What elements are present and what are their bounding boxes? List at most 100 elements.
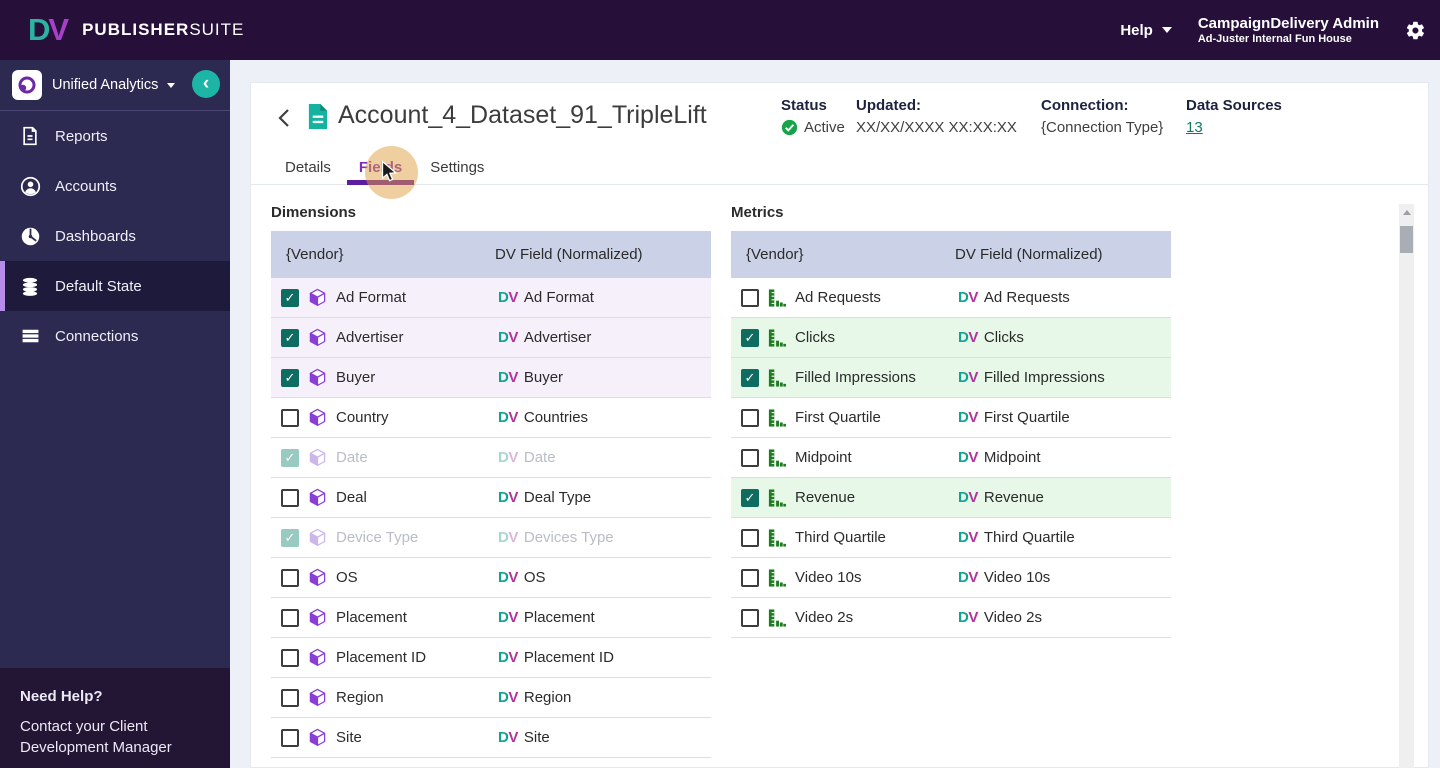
table-row-deal[interactable]: Deal DV Deal Type <box>271 478 711 518</box>
status-label: Status <box>781 97 827 114</box>
sidebar-item-connections[interactable]: Connections <box>0 311 230 361</box>
table-row-buyer[interactable]: ✓ Buyer DV Buyer <box>271 358 711 398</box>
table-row-video-10s[interactable]: Video 10s DV Video 10s <box>731 558 1171 598</box>
dv-field-label: Date <box>523 449 556 466</box>
dv-field-column-header: DV Field (Normalized) <box>495 246 643 263</box>
row-checkbox[interactable]: ✓ <box>281 328 299 347</box>
product-switcher[interactable]: Unified Analytics ‹ <box>0 60 230 110</box>
reports-icon <box>20 126 41 146</box>
row-checkbox[interactable] <box>281 408 299 427</box>
row-checkbox[interactable] <box>741 568 759 587</box>
vendor-field-label: Deal <box>336 489 367 506</box>
table-row-midpoint[interactable]: Midpoint DV Midpoint <box>731 438 1171 478</box>
scrollbar-thumb[interactable] <box>1400 226 1413 253</box>
sidebar-item-reports[interactable]: Reports <box>0 111 230 161</box>
tab-settings[interactable]: Settings <box>418 151 496 184</box>
dv-mini-logo: DV <box>958 569 978 586</box>
dv-mini-logo: DV <box>498 649 518 666</box>
logo-wordmark: PUBLISHERSUITE <box>82 20 245 39</box>
table-row-region[interactable]: Region DV Region <box>271 678 711 718</box>
row-checkbox[interactable] <box>281 568 299 587</box>
row-checkbox[interactable] <box>741 608 759 627</box>
database-icon <box>20 276 41 297</box>
row-checkbox[interactable] <box>281 688 299 707</box>
vertical-scrollbar[interactable] <box>1399 204 1414 768</box>
table-row-first-quartile[interactable]: First Quartile DV First Quartile <box>731 398 1171 438</box>
table-row-revenue[interactable]: ✓ Revenue DV Revenue <box>731 478 1171 518</box>
table-row-device-type[interactable]: ✓ Device Type DV Devices Type <box>271 518 711 558</box>
table-row-placement-id[interactable]: Placement ID DV Placement ID <box>271 638 711 678</box>
vendor-field-label: Third Quartile <box>795 529 886 546</box>
vendor-field-label: Video 10s <box>795 569 862 586</box>
table-row-site[interactable]: Site DV Site <box>271 718 711 758</box>
row-checkbox[interactable] <box>281 648 299 667</box>
sidebar-collapse-button[interactable]: ‹ <box>192 70 220 98</box>
back-button[interactable] <box>275 105 293 131</box>
table-row-country[interactable]: Country DV Countries <box>271 398 711 438</box>
data-sources-link[interactable]: 13 <box>1186 119 1203 136</box>
table-row-os[interactable]: OS DV OS <box>271 558 711 598</box>
table-row-date[interactable]: ✓ Date DV Date <box>271 438 711 478</box>
tab-details[interactable]: Details <box>273 151 343 184</box>
table-row-placement[interactable]: Placement DV Placement <box>271 598 711 638</box>
status-block: Status Active <box>781 97 845 136</box>
row-checkbox[interactable] <box>281 488 299 507</box>
row-checkbox[interactable] <box>741 528 759 547</box>
scrollbar-up-arrow[interactable] <box>1402 210 1411 215</box>
sidebar-item-dashboards[interactable]: Dashboards <box>0 211 230 261</box>
row-checkbox[interactable] <box>281 728 299 747</box>
row-checkbox[interactable] <box>741 288 759 307</box>
table-row-third-quartile[interactable]: Third Quartile DV Third Quartile <box>731 518 1171 558</box>
need-help-box: Need Help? Contact your Client Developme… <box>0 668 230 768</box>
row-checkbox[interactable]: ✓ <box>741 328 759 347</box>
dimension-cube-icon <box>308 448 327 467</box>
row-checkbox[interactable] <box>741 448 759 467</box>
dv-mini-logo: DV <box>498 609 518 626</box>
updated-block: Updated: XX/XX/XXXX XX:XX:XX <box>856 97 1017 136</box>
sidebar-nav: Reports Accounts Dashboards Default State Co… <box>0 111 230 361</box>
dv-field-label: Midpoint <box>983 449 1041 466</box>
sidebar-item-accounts[interactable]: Accounts <box>0 161 230 211</box>
dv-mini-logo: DV <box>958 409 978 426</box>
table-row-advertiser[interactable]: ✓ Advertiser DV Advertiser <box>271 318 711 358</box>
metrics-title: Metrics <box>731 204 784 221</box>
dv-mini-logo: DV <box>958 289 978 306</box>
dv-mini-logo: DV <box>498 369 518 386</box>
table-row-video-2s[interactable]: Video 2s DV Video 2s <box>731 598 1171 638</box>
sidebar-item-label: Dashboards <box>55 227 136 245</box>
metric-chart-icon <box>768 368 786 387</box>
connection-value: {Connection Type} <box>1041 119 1164 136</box>
row-checkbox[interactable]: ✓ <box>741 488 759 507</box>
row-checkbox[interactable]: ✓ <box>741 368 759 387</box>
dv-field-label: Revenue <box>983 489 1044 506</box>
status-value: Active <box>804 119 845 136</box>
sidebar-item-default-state[interactable]: Default State <box>0 261 230 311</box>
dv-mini-logo: DV <box>498 409 518 426</box>
data-sources-label: Data Sources <box>1186 97 1282 114</box>
row-checkbox[interactable]: ✓ <box>281 368 299 387</box>
row-checkbox[interactable] <box>741 408 759 427</box>
sidebar-item-label: Default State <box>55 277 142 295</box>
status-check-icon <box>781 119 798 136</box>
row-checkbox[interactable]: ✓ <box>281 288 299 307</box>
row-checkbox[interactable] <box>281 608 299 627</box>
user-name: CampaignDelivery Admin <box>1197 14 1379 32</box>
table-row-clicks[interactable]: ✓ Clicks DV Clicks <box>731 318 1171 358</box>
table-row-ad-requests[interactable]: Ad Requests DV Ad Requests <box>731 278 1171 318</box>
metric-chart-icon <box>768 448 786 467</box>
row-checkbox: ✓ <box>281 448 299 467</box>
vendor-field-label: First Quartile <box>795 409 881 426</box>
dv-field-label: Clicks <box>983 329 1024 346</box>
sidebar-item-label: Reports <box>55 127 108 145</box>
gear-icon[interactable] <box>1405 20 1426 41</box>
table-row-filled-impressions[interactable]: ✓ Filled Impressions DV Filled Impressions <box>731 358 1171 398</box>
dimension-cube-icon <box>308 328 327 347</box>
dv-mini-logo: DV <box>958 449 978 466</box>
table-row-ad-format[interactable]: ✓ Ad Format DV Ad Format <box>271 278 711 318</box>
dv-field-label: Filled Impressions <box>983 369 1105 386</box>
chevron-down-icon <box>167 82 176 88</box>
dv-field-label: Placement ID <box>523 649 614 666</box>
help-menu[interactable]: Help <box>1120 22 1172 39</box>
updated-value: XX/XX/XXXX XX:XX:XX <box>856 119 1017 136</box>
dv-field-column-header: DV Field (Normalized) <box>955 246 1103 263</box>
